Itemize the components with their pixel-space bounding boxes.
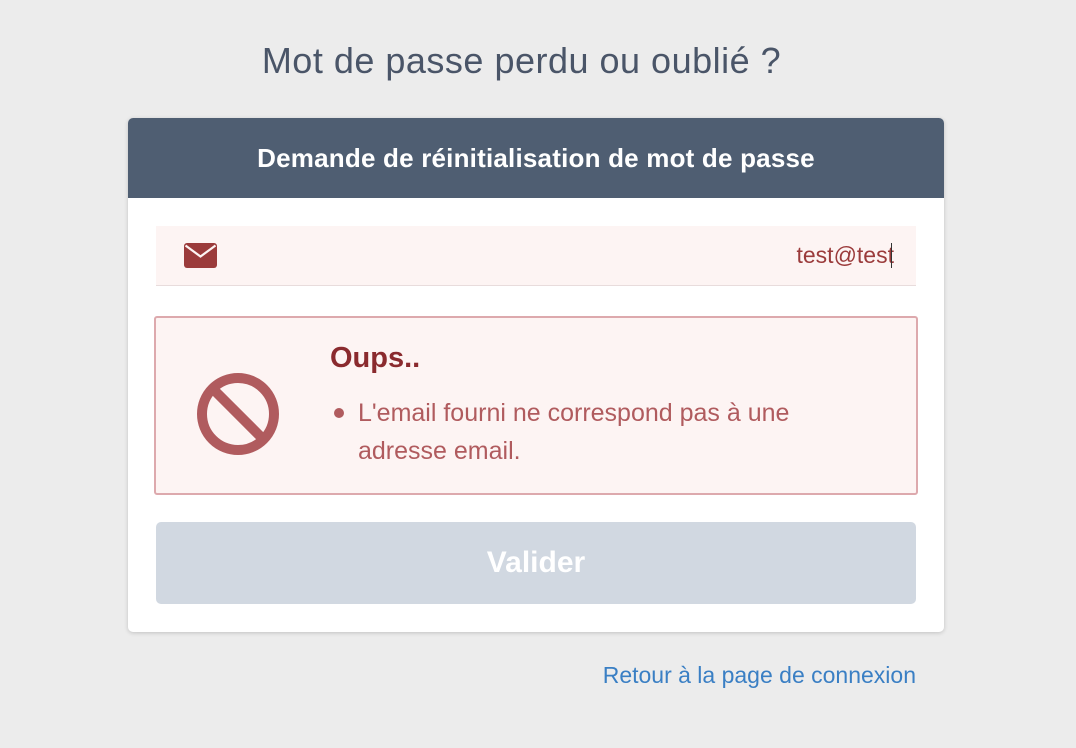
- reset-card: Demande de réinitialisation de mot de pa…: [128, 118, 944, 632]
- alert-message-list: L'email fourni ne correspond pas à une a…: [330, 394, 850, 470]
- back-to-login-link[interactable]: Retour à la page de connexion: [603, 662, 916, 689]
- alert-title: Oups..: [330, 342, 421, 374]
- ban-icon: [197, 373, 279, 455]
- password-reset-page: Mot de passe perdu ou oublié ? Demande d…: [0, 0, 1076, 748]
- alert-message: L'email fourni ne correspond pas à une a…: [330, 394, 850, 470]
- page-title: Mot de passe perdu ou oublié ?: [261, 40, 782, 81]
- card-header: Demande de réinitialisation de mot de pa…: [128, 118, 944, 198]
- submit-button[interactable]: Valider: [156, 522, 916, 604]
- email-field: [156, 226, 916, 286]
- error-alert: Oups.. L'email fourni ne correspond pas …: [154, 316, 918, 495]
- email-input[interactable]: [294, 226, 894, 284]
- text-cursor: [890, 243, 892, 268]
- envelope-icon: [184, 243, 217, 268]
